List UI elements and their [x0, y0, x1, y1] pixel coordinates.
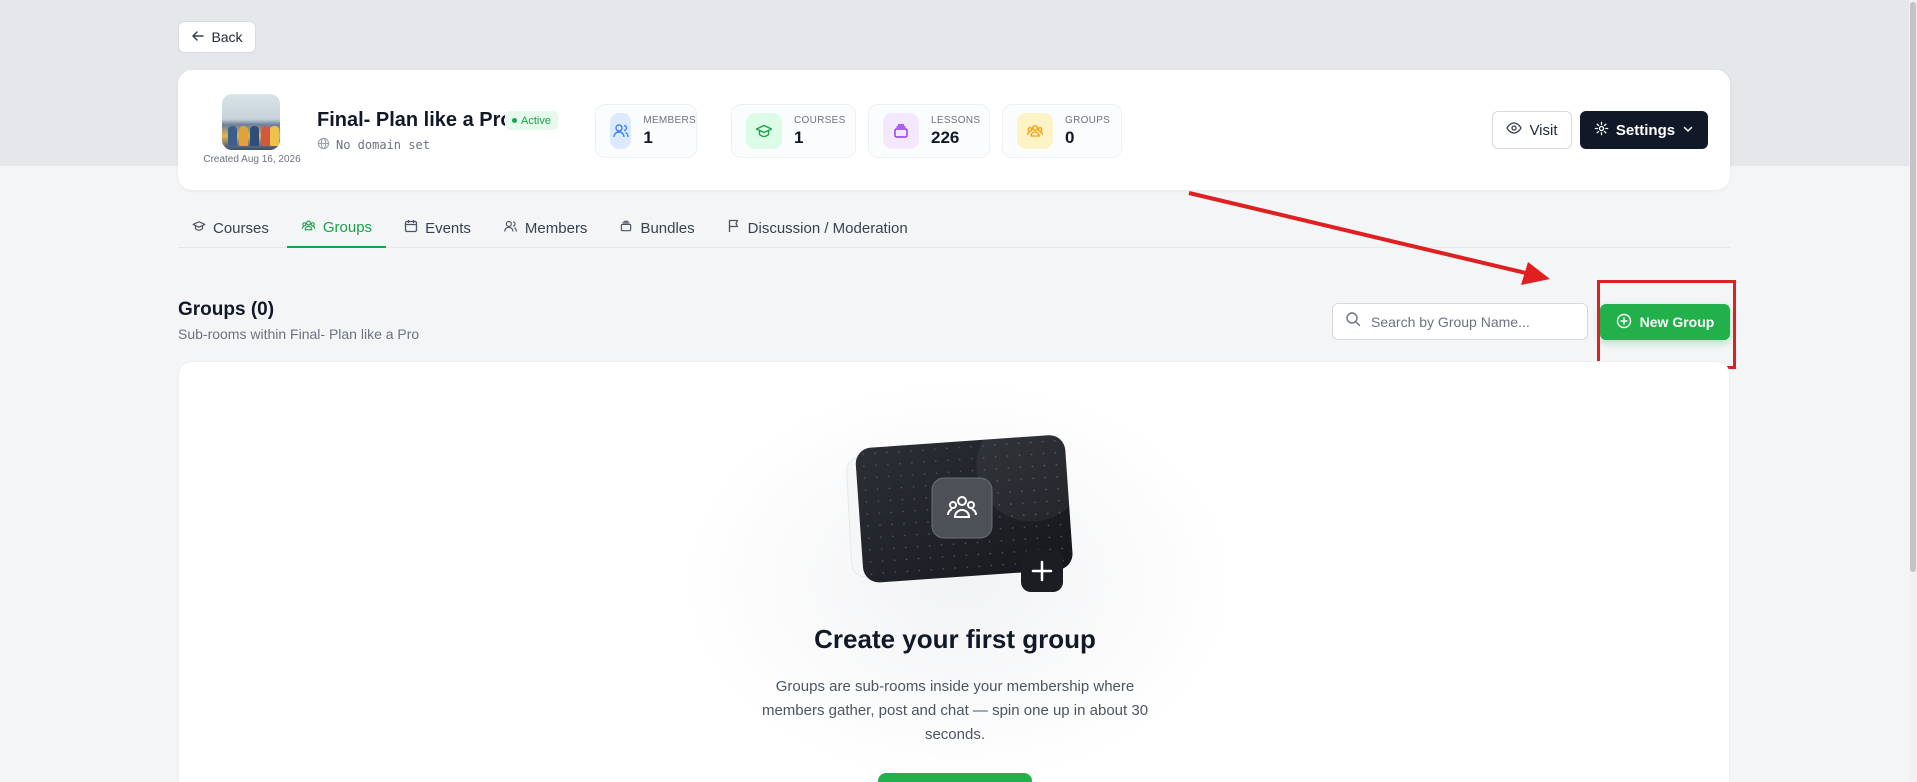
- graduation-cap-icon: [746, 113, 782, 149]
- empty-state-title: Create your first group: [814, 624, 1096, 654]
- scrollbar[interactable]: [1909, 0, 1917, 782]
- empty-state-card: Create your first group Groups are sub-r…: [178, 361, 1730, 782]
- calendar-icon: [404, 219, 418, 237]
- tab-label: Members: [524, 219, 588, 237]
- status-dot: [512, 118, 517, 123]
- status-label: Active: [521, 114, 551, 127]
- stat-lessons: LESSONS 226: [868, 104, 990, 158]
- stat-label: LESSONS: [931, 114, 981, 126]
- tab-groups[interactable]: Groups: [286, 208, 387, 248]
- chevron-down-icon: [1682, 122, 1694, 139]
- flag-icon: [727, 219, 741, 237]
- stat-courses: COURSES 1: [731, 104, 856, 158]
- domain-text: No domain set: [336, 138, 430, 152]
- header-card: Created Aug 16, 2026 Final- Plan like a …: [178, 70, 1730, 190]
- layers-icon: [883, 113, 919, 149]
- visit-label: Visit: [1529, 121, 1558, 139]
- tab-discussion[interactable]: Discussion / Moderation: [713, 208, 922, 248]
- stat-members: MEMBERS 1: [595, 104, 697, 158]
- globe-icon: [317, 137, 330, 153]
- page-title: Final- Plan like a Pro: [317, 109, 513, 131]
- stat-label: COURSES: [794, 114, 846, 126]
- search-icon: [1345, 311, 1361, 332]
- create-group-button[interactable]: [878, 773, 1032, 782]
- group-icon: [301, 218, 316, 237]
- arrow-left-icon: [191, 29, 205, 46]
- stat-value: 226: [931, 127, 960, 147]
- gear-icon: [1594, 121, 1609, 140]
- back-button[interactable]: Back: [178, 21, 256, 53]
- created-date: Created Aug 16, 2026: [203, 154, 301, 165]
- settings-button[interactable]: Settings: [1580, 111, 1708, 149]
- tab-label: Bundles: [640, 219, 695, 237]
- visit-button[interactable]: Visit: [1492, 111, 1572, 149]
- groups-title: Groups (0): [178, 299, 275, 320]
- stat-label: GROUPS: [1065, 114, 1111, 126]
- empty-state-description: Groups are sub-rooms inside your members…: [761, 678, 1149, 743]
- tab-label: Events: [425, 219, 471, 237]
- tab-label: Groups: [322, 218, 373, 236]
- stat-groups: GROUPS 0: [1002, 104, 1122, 158]
- tab-courses[interactable]: Courses: [178, 208, 283, 248]
- tab-label: Discussion / Moderation: [747, 219, 908, 237]
- annotation-highlight-box: [1597, 280, 1736, 369]
- back-label: Back: [211, 29, 243, 45]
- bundle-icon: [619, 219, 633, 237]
- tab-bundles[interactable]: Bundles: [605, 208, 708, 248]
- tab-bar: Courses Groups Events Members Bundles Di…: [178, 208, 1730, 248]
- stat-value: 1: [794, 127, 804, 147]
- search-input[interactable]: [1371, 313, 1571, 330]
- status-badge: Active: [505, 111, 558, 130]
- scrollbar-thumb[interactable]: [1910, 2, 1916, 572]
- avatar: [222, 94, 280, 150]
- domain-info: No domain set: [317, 137, 430, 153]
- eye-icon: [1506, 120, 1523, 140]
- members-icon: [503, 219, 518, 238]
- groups-subtitle: Sub-rooms within Final- Plan like a Pro: [178, 326, 420, 342]
- stat-value: 0: [1065, 127, 1075, 147]
- graduation-cap-icon: [192, 219, 206, 237]
- group-illustration: [846, 422, 1087, 592]
- tab-label: Courses: [213, 219, 269, 237]
- tab-events[interactable]: Events: [390, 208, 485, 248]
- tab-members[interactable]: Members: [489, 208, 602, 248]
- members-icon: [610, 113, 632, 149]
- stat-value: 1: [643, 127, 653, 147]
- stat-label: MEMBERS: [643, 114, 696, 126]
- group-icon: [1017, 113, 1053, 149]
- settings-label: Settings: [1615, 121, 1676, 139]
- search-field[interactable]: [1332, 303, 1588, 340]
